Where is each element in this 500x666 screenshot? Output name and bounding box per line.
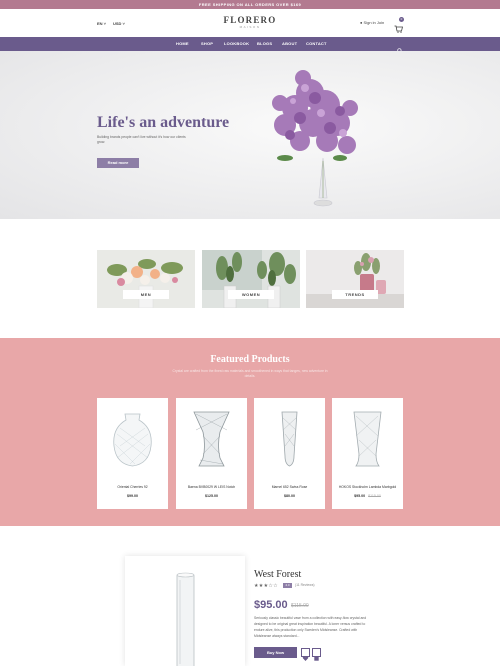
featured-section — [0, 338, 500, 526]
product-image — [281, 411, 298, 467]
nav-shop[interactable]: SHOP — [201, 37, 213, 51]
rating-stars: ★★★☆☆ — [254, 583, 278, 589]
nav-contact[interactable]: CONTACT — [306, 37, 327, 51]
category-women[interactable]: WOMEN — [202, 250, 300, 308]
product-image — [353, 411, 382, 467]
product-card[interactable]: Marnel 652 Swiss Rose $80.00 — [254, 398, 325, 509]
signin-link[interactable]: ● Sign in Join — [360, 20, 384, 25]
category-trends[interactable]: TRENDS — [306, 250, 404, 308]
featured-title: Featured Products — [210, 354, 290, 365]
product-card[interactable]: HOKOS Stockholm Lambda Marbgold $95.00 $1… — [332, 398, 403, 509]
product-image — [113, 413, 152, 467]
wishlist-heart-icon[interactable] — [301, 648, 310, 661]
green-plants-image — [202, 250, 300, 308]
signin-label: Sign in Join — [363, 20, 385, 25]
category-label-women: WOMEN — [228, 290, 274, 299]
category-men[interactable]: MEN — [97, 250, 195, 308]
hero-text: Building brands people can't live withou… — [97, 135, 186, 144]
product-detail-title: West Forest — [254, 569, 302, 580]
language-selector[interactable]: EN ˅ — [97, 21, 106, 26]
currency-selector[interactable]: USD ˅ — [113, 21, 125, 26]
product-price: $80.00 — [284, 494, 295, 498]
cart-count-badge: 0 — [399, 17, 404, 22]
logo-wordmark: FLORERO — [223, 15, 277, 25]
product-price: $125.00 — [205, 494, 218, 498]
product-name[interactable]: Marnel 652 Swiss Rose — [254, 485, 325, 489]
tall-vase-image — [176, 572, 195, 666]
hero-banner — [0, 51, 500, 219]
nav-home[interactable]: HOME — [176, 37, 189, 51]
nav-lookbook[interactable]: LOOKBOOK — [224, 37, 249, 51]
category-label-trends: TRENDS — [332, 290, 378, 299]
flower-arrangement-image — [97, 250, 195, 308]
product-old-price: $115.00 — [368, 494, 381, 498]
featured-subtitle: Crystal are crafted from the finest raw … — [172, 369, 328, 378]
category-label-men: MEN — [123, 290, 169, 299]
product-detail-old-price: $115.00 — [291, 603, 309, 609]
buy-now-button[interactable]: Buy Now — [254, 647, 297, 658]
main-nav: HOME SHOP LOOKBOOK BLOGS ABOUT CONTACT — [0, 37, 500, 51]
nav-about[interactable]: ABOUT — [282, 37, 297, 51]
logo-tagline: MAISON — [239, 25, 261, 29]
pink-vase-image — [306, 250, 404, 308]
product-detail-price: $95.00 — [254, 599, 288, 611]
hero-title: Life's an adventure — [97, 114, 230, 131]
compare-icon[interactable] — [312, 648, 321, 661]
rating-badge: 4.0 — [283, 583, 292, 588]
product-image — [193, 411, 230, 467]
product-price: $99.00 — [127, 494, 138, 498]
review-count[interactable]: (11 Reviews) — [295, 583, 315, 587]
user-icon: ● — [360, 20, 363, 25]
product-name[interactable]: Baena BVB0029 W LEIS Notch — [176, 485, 247, 489]
product-detail-image — [125, 556, 245, 666]
promo-banner: FREE SHIPPING ON ALL ORDERS OVER $169 — [0, 0, 500, 9]
search-icon[interactable] — [397, 41, 403, 54]
product-detail-description: Seriously classic beautiful vase from a … — [254, 616, 367, 638]
lilac-vase-image — [272, 70, 358, 207]
site-logo[interactable]: FLORERO MAISON — [218, 15, 282, 30]
product-name[interactable]: HOKOS Stockholm Lambda Marbgold — [332, 485, 403, 489]
product-card[interactable]: Baena BVB0029 W LEIS Notch $125.00 — [176, 398, 247, 509]
product-card[interactable]: Oriental Cherries 92 $99.00 — [97, 398, 168, 509]
read-more-button[interactable]: Read more — [97, 158, 139, 168]
product-price: $95.00 $115.00 — [354, 494, 381, 498]
nav-blogs[interactable]: BLOGS — [257, 37, 272, 51]
product-name[interactable]: Oriental Cherries 92 — [97, 485, 168, 489]
